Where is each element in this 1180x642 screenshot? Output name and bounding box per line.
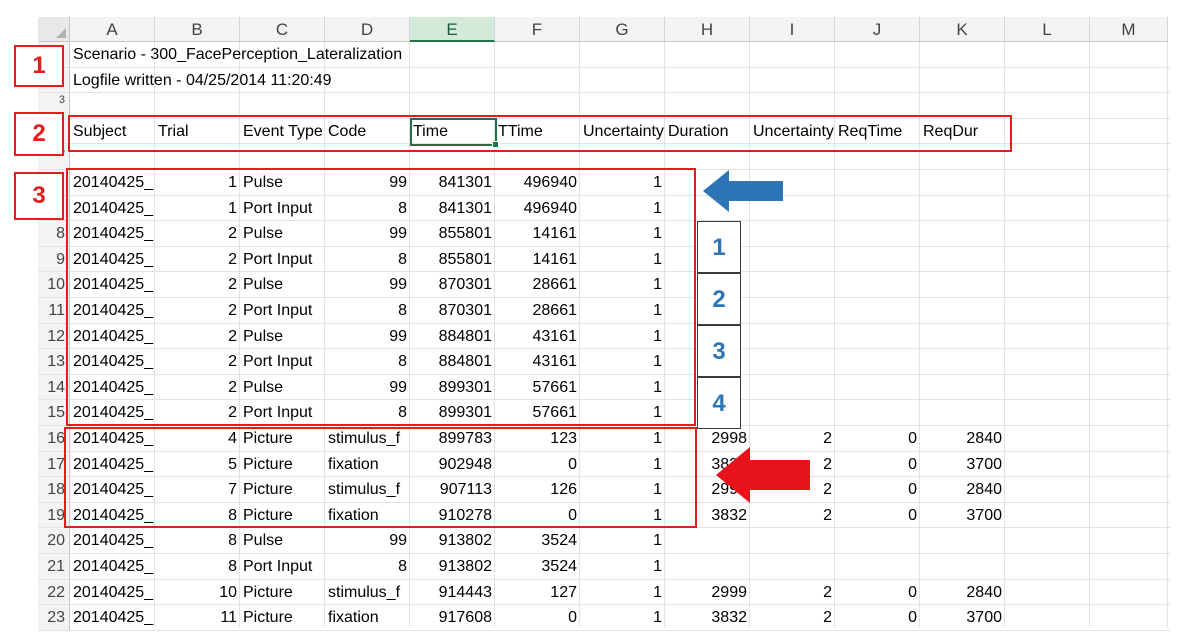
- data-cell[interactable]: 2840: [920, 477, 1005, 503]
- data-cell[interactable]: 99: [325, 528, 410, 554]
- column-header-a[interactable]: A: [70, 17, 155, 42]
- pulse-number-box-1: 1: [697, 221, 741, 273]
- annotation-label-3: 3: [14, 172, 64, 220]
- data-cell[interactable]: 0: [835, 452, 920, 478]
- row-header-21[interactable]: 21: [38, 554, 70, 580]
- annotation-label-1: 1: [14, 45, 64, 87]
- column-header-e[interactable]: E: [410, 17, 495, 42]
- data-cell[interactable]: 8: [155, 528, 240, 554]
- column-header-l[interactable]: L: [1005, 17, 1090, 42]
- row-header-23[interactable]: 23: [38, 605, 70, 631]
- data-cell[interactable]: 20140425_: [70, 605, 155, 631]
- data-cell[interactable]: 3832: [665, 605, 750, 631]
- row-header-20[interactable]: 20: [38, 528, 70, 554]
- data-cell[interactable]: 0: [835, 580, 920, 606]
- grid-line: [1089, 42, 1090, 627]
- data-cell[interactable]: 917608: [410, 605, 495, 631]
- column-header-d[interactable]: D: [325, 17, 410, 42]
- grid-line: [1167, 42, 1168, 627]
- data-cell[interactable]: 20140425_: [70, 528, 155, 554]
- select-all-corner[interactable]: [38, 17, 70, 42]
- picture-rows-highlight-box: [64, 427, 697, 528]
- pulse-number-box-2: 2: [697, 273, 741, 325]
- blue-arrow-icon: [703, 170, 783, 212]
- column-header-i[interactable]: I: [750, 17, 835, 42]
- data-cell[interactable]: 3524: [495, 554, 580, 580]
- data-cell[interactable]: 2: [750, 605, 835, 631]
- data-cell[interactable]: 2: [750, 503, 835, 529]
- data-cell[interactable]: 2840: [920, 580, 1005, 606]
- data-cell[interactable]: 0: [835, 477, 920, 503]
- data-cell[interactable]: 0: [835, 503, 920, 529]
- red-arrow-icon: [716, 447, 810, 503]
- data-cell[interactable]: 2999: [665, 580, 750, 606]
- data-cell[interactable]: 0: [835, 426, 920, 452]
- column-header-b[interactable]: B: [155, 17, 240, 42]
- data-cell[interactable]: 8: [325, 554, 410, 580]
- data-cell[interactable]: stimulus_f: [325, 580, 410, 606]
- data-cell[interactable]: 20140425_: [70, 580, 155, 606]
- data-cell[interactable]: 3700: [920, 452, 1005, 478]
- data-cell[interactable]: 0: [835, 605, 920, 631]
- metadata-highlight-box: [68, 41, 498, 93]
- column-header-h[interactable]: H: [665, 17, 750, 42]
- column-header-k[interactable]: K: [920, 17, 1005, 42]
- data-cell[interactable]: Picture: [240, 605, 325, 631]
- data-cell[interactable]: 913802: [410, 554, 495, 580]
- data-cell[interactable]: 913802: [410, 528, 495, 554]
- data-cell[interactable]: 1: [580, 528, 665, 554]
- row-header-22[interactable]: 22: [38, 579, 70, 606]
- data-cell[interactable]: 914443: [410, 580, 495, 606]
- header-highlight-box: [68, 115, 1012, 152]
- column-header-j[interactable]: J: [835, 17, 920, 42]
- column-header-m[interactable]: M: [1090, 17, 1168, 42]
- pulse-number-box-3: 3: [697, 325, 741, 377]
- column-header-g[interactable]: G: [580, 17, 665, 42]
- data-cell[interactable]: 20140425_: [70, 554, 155, 580]
- data-cell[interactable]: 2: [750, 580, 835, 606]
- data-cell[interactable]: 127: [495, 580, 580, 606]
- pulse-rows-highlight-box: [66, 168, 696, 426]
- data-cell[interactable]: Port Input: [240, 554, 325, 580]
- data-cell[interactable]: 3700: [920, 503, 1005, 529]
- data-cell[interactable]: 10: [155, 580, 240, 606]
- data-cell[interactable]: 1: [580, 580, 665, 606]
- data-cell[interactable]: 1: [580, 605, 665, 631]
- data-cell[interactable]: fixation: [325, 605, 410, 631]
- data-cell[interactable]: Pulse: [240, 528, 325, 554]
- data-cell[interactable]: 1: [580, 554, 665, 580]
- data-cell[interactable]: 11: [155, 605, 240, 631]
- data-cell[interactable]: 0: [495, 605, 580, 631]
- data-cell[interactable]: Picture: [240, 580, 325, 606]
- data-cell[interactable]: 2840: [920, 426, 1005, 452]
- column-header-f[interactable]: F: [495, 17, 580, 42]
- annotation-label-2: 2: [14, 112, 64, 156]
- column-header-c[interactable]: C: [240, 17, 325, 42]
- data-cell[interactable]: 3524: [495, 528, 580, 554]
- pulse-number-box-4: 4: [697, 377, 741, 429]
- data-cell[interactable]: 8: [155, 554, 240, 580]
- data-cell[interactable]: 3700: [920, 605, 1005, 631]
